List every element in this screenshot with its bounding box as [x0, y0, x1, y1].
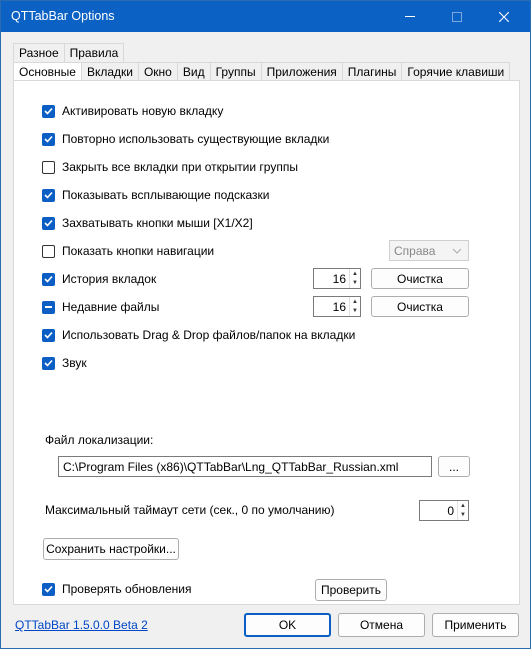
spin-down-icon[interactable]: ▼	[350, 279, 360, 289]
recent-files-checkbox[interactable]	[42, 300, 55, 314]
nav-position-select: Справа	[389, 240, 469, 261]
sound-option[interactable]: Звук	[42, 355, 87, 371]
capture-mouse-buttons-option[interactable]: Захватывать кнопки мыши [X1/X2]	[42, 215, 253, 231]
close-icon	[499, 11, 509, 22]
tab-tabs[interactable]: Вкладки	[80, 62, 139, 81]
sound-label: Звук	[62, 356, 87, 370]
options-window: QTTabBar Options Разное Правила Основные…	[0, 0, 531, 649]
checkmark-icon	[44, 107, 53, 115]
checkmark-icon	[44, 585, 53, 593]
recent-files-count-value: 16	[332, 299, 346, 314]
show-nav-buttons-checkbox[interactable]	[42, 244, 55, 258]
spinner-arrows[interactable]: ▲ ▼	[457, 501, 468, 520]
recent-files-count-spinner[interactable]: 16 ▲ ▼	[313, 296, 361, 317]
close-button[interactable]	[481, 1, 527, 32]
maximize-button	[434, 1, 480, 32]
tab-plugins[interactable]: Плагины	[341, 62, 403, 81]
tab-history-label: История вкладок	[62, 272, 157, 286]
close-tabs-on-group-option[interactable]: Закрыть все вкладки при открытии группы	[42, 159, 298, 175]
tab-history-option[interactable]: История вкладок	[42, 271, 156, 287]
browse-localization-button[interactable]: ...	[438, 456, 470, 477]
nav-position-value: Справа	[394, 243, 436, 258]
clear-recent-files-button[interactable]: Очистка	[371, 296, 469, 317]
show-nav-buttons-option[interactable]: Показать кнопки навигации	[42, 243, 214, 259]
reuse-tabs-checkbox[interactable]	[42, 132, 55, 146]
tabs-row-2: Основные Вкладки Окно Вид Группы Приложе…	[13, 62, 511, 82]
recent-files-label: Недавние файлы	[62, 300, 160, 314]
tab-history-count-value: 16	[332, 271, 346, 286]
tab-general[interactable]: Основные	[13, 62, 82, 82]
network-timeout-spinner[interactable]: 0 ▲ ▼	[419, 500, 469, 521]
save-settings-button[interactable]: Сохранить настройки...	[43, 538, 179, 560]
general-panel: Активировать новую вкладку Повторно испо…	[13, 80, 520, 605]
close-tabs-on-group-checkbox[interactable]	[42, 160, 55, 174]
activate-new-tab-option[interactable]: Активировать новую вкладку	[42, 103, 223, 119]
drag-drop-checkbox[interactable]	[42, 328, 55, 342]
window-title: QTTabBar Options	[11, 9, 115, 23]
localization-label: Файл локализации:	[45, 433, 154, 447]
sound-checkbox[interactable]	[42, 356, 55, 370]
checkmark-icon	[44, 135, 53, 143]
clear-history-button[interactable]: Очистка	[371, 268, 469, 289]
spin-up-icon[interactable]: ▲	[350, 269, 360, 279]
activate-new-tab-label: Активировать новую вкладку	[62, 104, 224, 118]
show-nav-buttons-label: Показать кнопки навигации	[62, 244, 215, 258]
show-tooltips-label: Показывать всплывающие подсказки	[62, 188, 270, 202]
check-updates-button[interactable]: Проверить	[315, 579, 387, 601]
tab-history-count-spinner[interactable]: 16 ▲ ▼	[313, 268, 361, 289]
minimize-icon	[405, 16, 415, 17]
spin-down-icon[interactable]: ▼	[350, 307, 360, 317]
tab-misc[interactable]: Разное	[13, 43, 65, 62]
capture-mouse-buttons-label: Захватывать кнопки мыши [X1/X2]	[62, 216, 253, 230]
maximize-icon	[452, 11, 462, 22]
tab-history-checkbox[interactable]	[42, 272, 55, 286]
tab-window[interactable]: Окно	[137, 62, 178, 81]
spinner-arrows[interactable]: ▲ ▼	[349, 269, 360, 288]
spinner-arrows[interactable]: ▲ ▼	[349, 297, 360, 316]
tab-view[interactable]: Вид	[176, 62, 211, 81]
minimize-button[interactable]	[387, 1, 433, 32]
ok-button[interactable]: OK	[244, 613, 331, 637]
checkmark-icon	[44, 331, 53, 339]
tabs-row-1: Разное Правила	[13, 43, 125, 62]
close-tabs-on-group-label: Закрыть все вкладки при открытии группы	[62, 160, 298, 174]
title-bar: QTTabBar Options	[1, 1, 530, 32]
cancel-button[interactable]: Отмена	[338, 613, 425, 637]
tab-hotkeys[interactable]: Горячие клавиши	[401, 62, 511, 81]
drag-drop-label: Использовать Drag & Drop файлов/папок на…	[62, 328, 356, 342]
show-tooltips-checkbox[interactable]	[42, 188, 55, 202]
tab-applications[interactable]: Приложения	[260, 62, 343, 81]
localization-path-input[interactable]: C:\Program Files (x86)\QTTabBar\Lng_QTTa…	[58, 456, 432, 477]
spin-down-icon[interactable]: ▼	[458, 511, 468, 521]
version-link[interactable]: QTTabBar 1.5.0.0 Beta 2	[15, 618, 148, 632]
recent-files-option[interactable]: Недавние файлы	[42, 299, 159, 315]
chevron-down-icon	[452, 248, 462, 254]
check-updates-label: Проверять обновления	[62, 582, 192, 596]
check-updates-option[interactable]: Проверять обновления	[42, 581, 191, 597]
check-updates-checkbox[interactable]	[42, 582, 55, 596]
reuse-tabs-option[interactable]: Повторно использовать существующие вклад…	[42, 131, 329, 147]
show-tooltips-option[interactable]: Показывать всплывающие подсказки	[42, 187, 270, 203]
checkmark-icon	[44, 275, 53, 283]
tab-groups[interactable]: Группы	[209, 62, 262, 81]
activate-new-tab-checkbox[interactable]	[42, 104, 55, 118]
checkmark-icon	[44, 219, 53, 227]
network-timeout-label: Максимальный таймаут сети (сек., 0 по ум…	[45, 503, 335, 517]
apply-button[interactable]: Применить	[432, 613, 519, 637]
network-timeout-value: 0	[447, 503, 454, 518]
tab-rules[interactable]: Правила	[63, 43, 125, 62]
capture-mouse-buttons-checkbox[interactable]	[42, 216, 55, 230]
indeterminate-icon	[45, 306, 52, 308]
reuse-tabs-label: Повторно использовать существующие вклад…	[62, 132, 330, 146]
checkmark-icon	[44, 359, 53, 367]
spin-up-icon[interactable]: ▲	[350, 297, 360, 307]
checkmark-icon	[44, 191, 53, 199]
spin-up-icon[interactable]: ▲	[458, 501, 468, 511]
drag-drop-option[interactable]: Использовать Drag & Drop файлов/папок на…	[42, 327, 355, 343]
